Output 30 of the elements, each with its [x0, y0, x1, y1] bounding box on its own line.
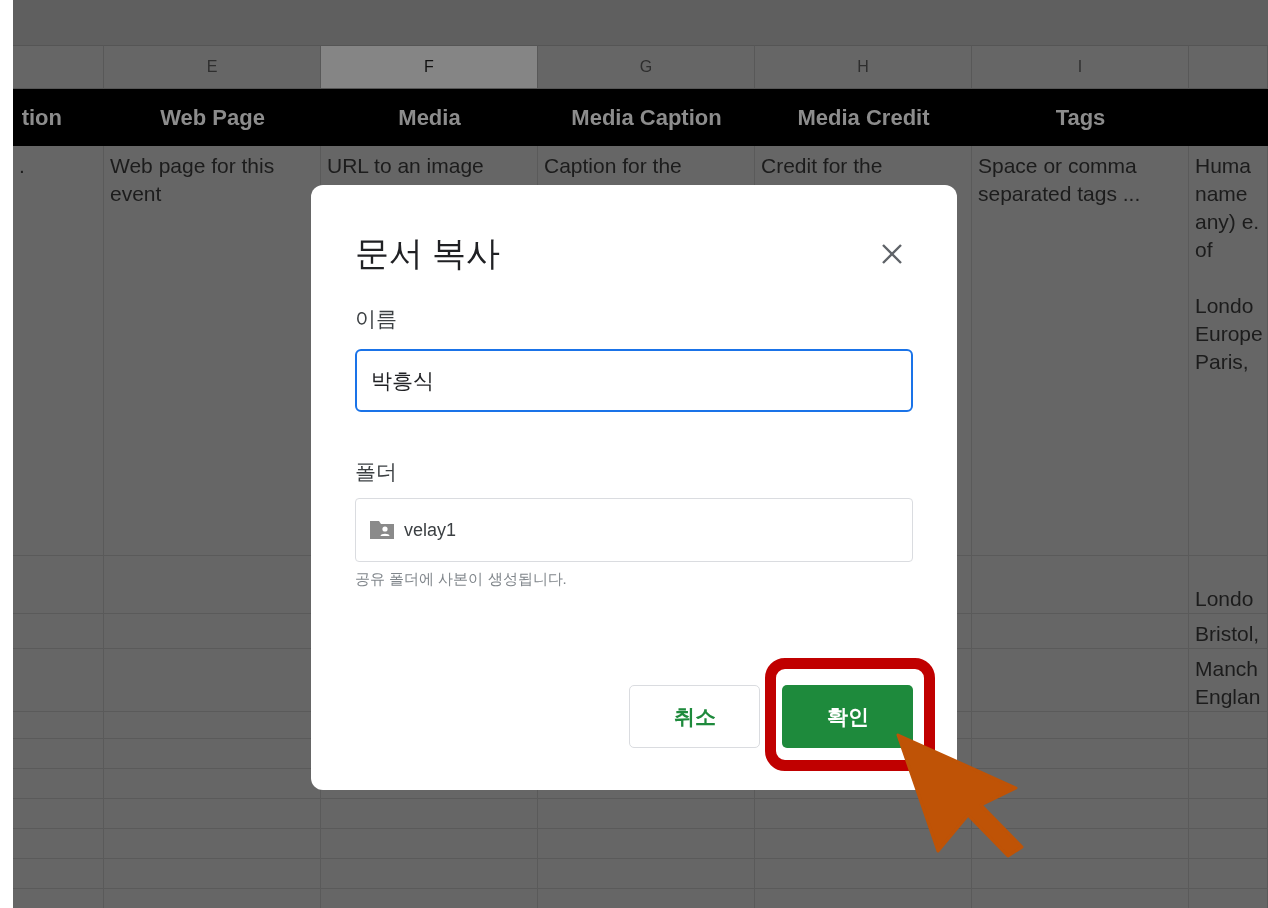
- shared-folder-icon: [370, 521, 394, 539]
- column-letter[interactable]: E: [104, 45, 321, 89]
- confirm-button[interactable]: 확인: [782, 685, 913, 748]
- field-label: 폴더: [355, 459, 398, 485]
- name-input[interactable]: 박흥식: [355, 349, 913, 412]
- column-letter[interactable]: H: [755, 45, 972, 89]
- table-cell: Bristol,: [1189, 614, 1268, 649]
- hint-text: 공유 폴더에 사본이 생성됩니다.: [355, 570, 568, 589]
- column-letter[interactable]: [1189, 45, 1268, 89]
- close-icon: [881, 243, 903, 265]
- header-cell: Tags: [972, 89, 1189, 146]
- column-letter[interactable]: [13, 45, 104, 89]
- header-cell: tion: [13, 89, 104, 146]
- cursor-arrow-icon: [896, 733, 1026, 858]
- table-cell: Londo: [1189, 556, 1268, 614]
- dialog-title: 문서 복사: [355, 233, 501, 274]
- table-cell: Space or comma separated tags ...: [972, 146, 1189, 556]
- header-cell: Media: [321, 89, 538, 146]
- header-cell: Media Credit: [755, 89, 972, 146]
- header-cell: Media Caption: [538, 89, 755, 146]
- column-letter[interactable]: G: [538, 45, 755, 89]
- field-label: 이름: [355, 306, 398, 332]
- column-letter[interactable]: F: [321, 45, 538, 89]
- table-cell: Huma name any) e. of Londo Europe Paris,: [1189, 146, 1268, 556]
- folder-field[interactable]: velay1: [355, 498, 913, 562]
- folder-name: velay1: [404, 519, 457, 541]
- table-cell: .: [13, 146, 104, 556]
- table-cell: Manch Englan: [1189, 649, 1268, 712]
- cancel-button[interactable]: 취소: [629, 685, 760, 748]
- header-cell: Web Page: [104, 89, 321, 146]
